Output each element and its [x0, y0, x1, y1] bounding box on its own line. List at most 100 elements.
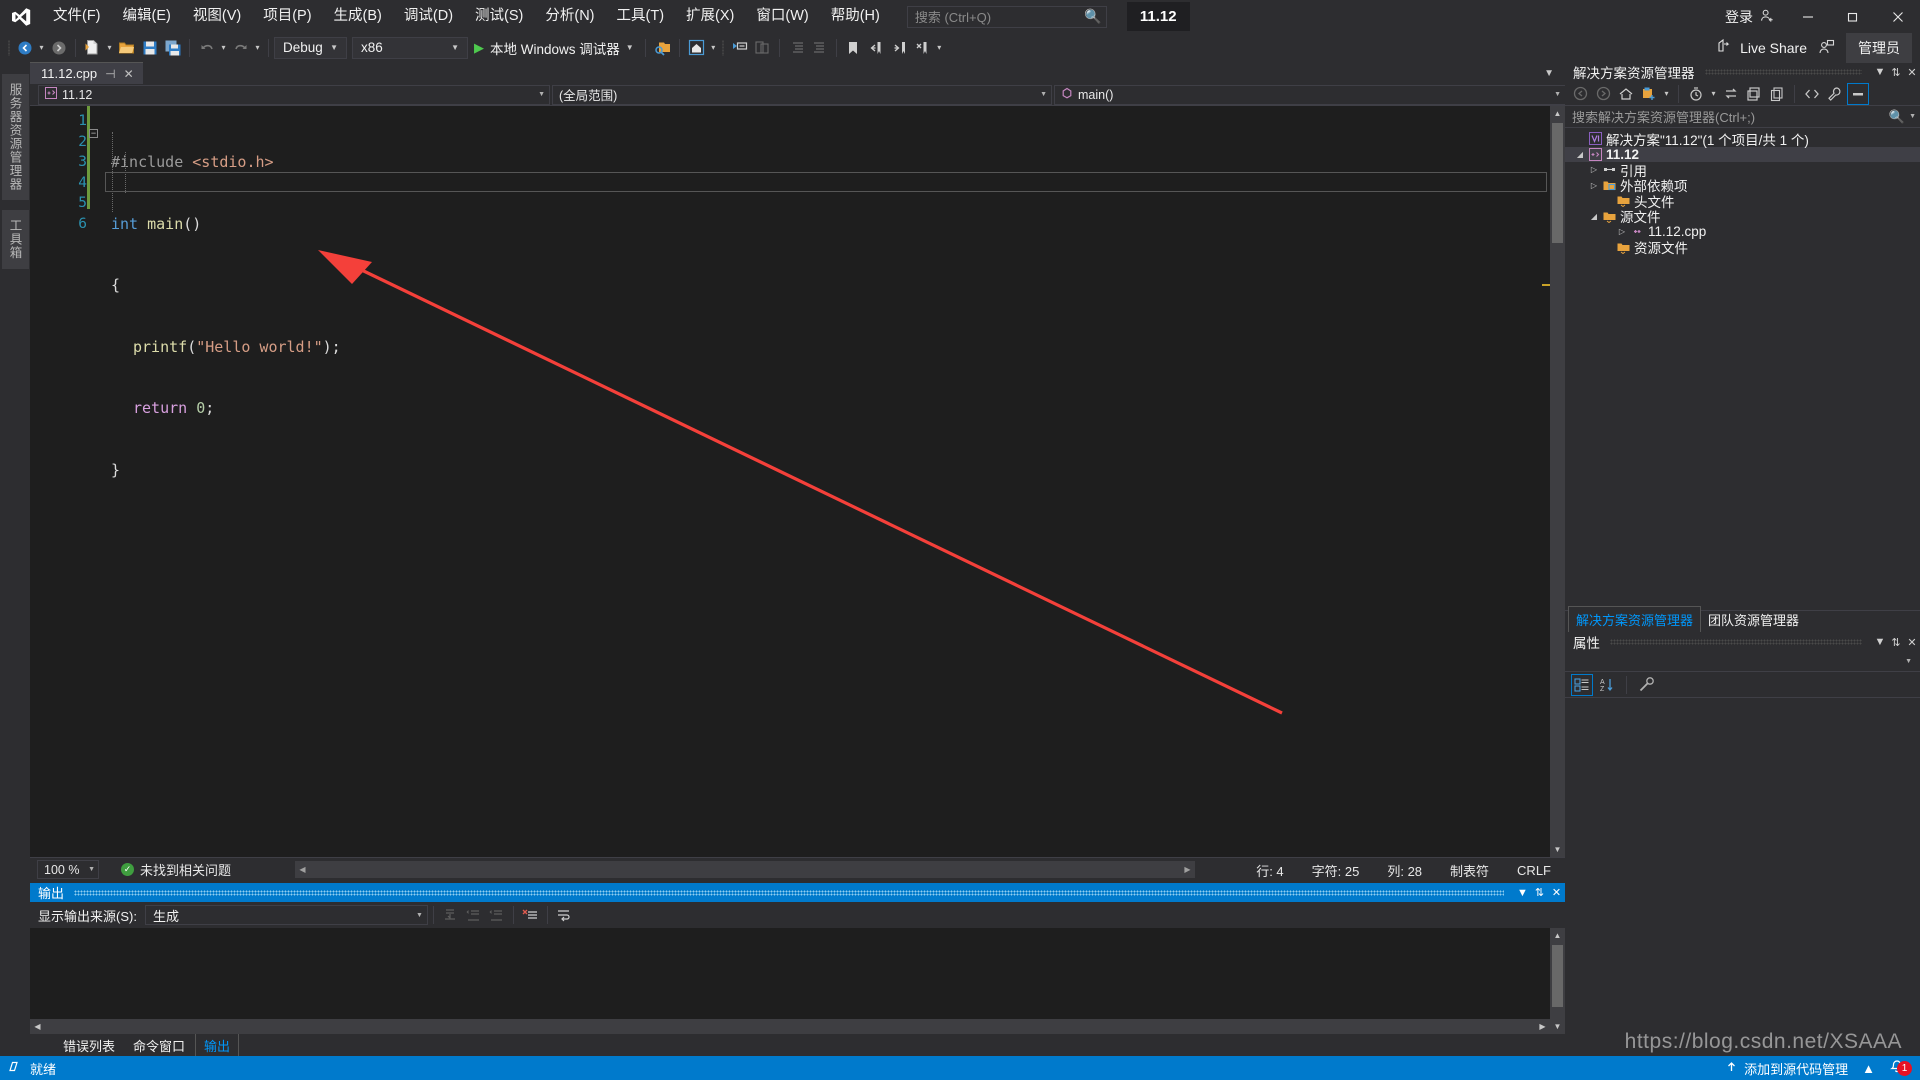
tab-output[interactable]: 输出: [195, 1031, 240, 1059]
outdent-icon[interactable]: [808, 36, 831, 59]
twisty-expanded-icon[interactable]: ◢: [1587, 212, 1601, 221]
property-pages-icon[interactable]: [1635, 674, 1657, 696]
tree-item-source-files[interactable]: ◢ 源文件: [1565, 209, 1920, 225]
uncomment-icon[interactable]: [751, 36, 774, 59]
navigate-forward-icon[interactable]: [47, 36, 70, 59]
chevron-down-icon[interactable]: ▾: [1708, 82, 1719, 105]
twisty-collapsed-icon[interactable]: ▷: [1615, 227, 1629, 236]
chevron-down-icon[interactable]: ▼: [626, 43, 634, 52]
tree-item-cpp-file[interactable]: ▷ 11.12.cpp: [1565, 224, 1920, 240]
scrollbar-thumb[interactable]: [1552, 123, 1563, 243]
pin-icon[interactable]: ⇅: [1888, 636, 1904, 649]
tab-team-explorer[interactable]: 团队资源管理器: [1701, 607, 1806, 632]
chevron-down-icon[interactable]: ▼: [1539, 68, 1559, 79]
minimize-icon[interactable]: [1785, 0, 1830, 33]
save-icon[interactable]: [138, 36, 161, 59]
close-icon[interactable]: [1875, 0, 1920, 33]
next-message-icon[interactable]: [485, 904, 508, 927]
menu-item-edit[interactable]: 编辑(E): [112, 4, 182, 30]
start-debugging-button[interactable]: ▶ 本地 Windows 调试器 ▼: [468, 36, 640, 59]
navigate-back-dropdown[interactable]: ▾: [36, 36, 47, 59]
pin-icon[interactable]: ⇅: [1888, 66, 1904, 79]
properties-object-combo[interactable]: ▼: [1565, 652, 1920, 672]
indent-icon[interactable]: [785, 36, 808, 59]
menu-item-test[interactable]: 测试(S): [464, 4, 534, 30]
tree-item-resource-files[interactable]: 资源文件: [1565, 240, 1920, 256]
scrollbar-thumb[interactable]: [1552, 945, 1563, 1007]
editor-horizontal-scrollbar[interactable]: ◀ ▶: [295, 861, 1195, 878]
scroll-left-icon[interactable]: ◀: [30, 1019, 45, 1034]
properties-icon[interactable]: [1824, 83, 1846, 105]
go-to-message-icon[interactable]: [439, 904, 462, 927]
output-vertical-scrollbar[interactable]: ▲ ▼: [1550, 928, 1565, 1034]
close-icon[interactable]: ✕: [1548, 886, 1565, 899]
navbar-project-combo[interactable]: 11.12 ▼: [38, 84, 550, 105]
toolbar-grip[interactable]: [719, 39, 728, 57]
navbar-member-combo[interactable]: main() ▼: [1054, 84, 1565, 105]
forward-icon[interactable]: [1592, 83, 1614, 105]
sidebar-item-toolbox[interactable]: 工具箱: [1, 210, 29, 269]
chevron-down-icon[interactable]: ▾: [1661, 82, 1672, 105]
solution-platform-combo[interactable]: x86 ▼: [352, 36, 468, 59]
sign-in-button[interactable]: 登录: [1715, 7, 1785, 27]
previous-bookmark-icon[interactable]: [865, 36, 888, 59]
tab-solution-explorer[interactable]: 解决方案资源管理器: [1568, 606, 1702, 632]
collapse-all-icon[interactable]: [1743, 83, 1765, 105]
quick-launch-search[interactable]: 搜索 (Ctrl+Q) 🔍: [906, 5, 1107, 28]
categorized-icon[interactable]: [1571, 673, 1593, 696]
menu-item-tools[interactable]: 工具(T): [606, 4, 676, 30]
output-horizontal-scrollbar[interactable]: ◀ ▶: [30, 1019, 1550, 1034]
preview-selected-icon[interactable]: [1847, 82, 1869, 105]
collapse-region-icon[interactable]: −: [89, 129, 98, 138]
menu-item-help[interactable]: 帮助(H): [820, 4, 891, 30]
undo-icon[interactable]: [195, 36, 218, 59]
menu-item-extensions[interactable]: 扩展(X): [675, 4, 745, 30]
new-file-dropdown[interactable]: ▾: [104, 36, 115, 59]
scroll-right-icon[interactable]: ▶: [1535, 1019, 1550, 1034]
glyph-margin[interactable]: [30, 106, 53, 857]
scroll-up-icon[interactable]: ▲: [1550, 928, 1565, 943]
menu-item-analyze[interactable]: 分析(N): [534, 4, 605, 30]
redo-dropdown[interactable]: ▾: [252, 36, 263, 59]
tree-item-external-dependencies[interactable]: ▷ 外部依赖项: [1565, 178, 1920, 194]
drag-handle[interactable]: [1610, 639, 1862, 645]
navigate-back-icon[interactable]: [13, 36, 36, 59]
solution-tree[interactable]: 解决方案"11.12"(1 个项目/共 1 个) ◢ 11.12 ▷ 引用 ▷ …: [1565, 128, 1920, 256]
menu-item-view[interactable]: 视图(V): [182, 4, 252, 30]
notifications-button[interactable]: 1: [1889, 1059, 1912, 1078]
alphabetical-icon[interactable]: AZ: [1596, 674, 1618, 696]
chevron-down-icon[interactable]: ▼: [1514, 887, 1531, 899]
close-icon[interactable]: ✕: [124, 67, 134, 81]
zoom-level-combo[interactable]: 100 % ▼: [37, 860, 99, 879]
refresh-icon[interactable]: [1766, 83, 1788, 105]
solution-explorer-search[interactable]: 搜索解决方案资源管理器(Ctrl+;) 🔍 ▼: [1565, 106, 1920, 128]
menu-item-build[interactable]: 生成(B): [323, 4, 393, 30]
code-text[interactable]: #include <stdio.h> int main() { printf("…: [103, 106, 1565, 857]
pending-changes-icon[interactable]: [1685, 83, 1707, 105]
output-panel-body[interactable]: ▲ ▼ ◀ ▶: [30, 928, 1565, 1034]
navbar-scope-combo[interactable]: (全局范围) ▼: [552, 84, 1052, 105]
feedback-icon[interactable]: [1815, 36, 1838, 59]
previous-message-icon[interactable]: [462, 904, 485, 927]
scroll-down-icon[interactable]: ▼: [1550, 842, 1565, 857]
solution-configuration-combo[interactable]: Debug ▼: [274, 36, 347, 59]
close-icon[interactable]: ✕: [1904, 636, 1920, 649]
pin-icon[interactable]: ⊣: [105, 67, 115, 81]
toolbar-overflow-icon[interactable]: ▾: [934, 36, 945, 59]
toggle-word-wrap-icon[interactable]: [553, 904, 576, 927]
scroll-up-icon[interactable]: ▲: [1550, 106, 1565, 121]
home-dropdown[interactable]: ▾: [708, 36, 719, 59]
scroll-right-icon[interactable]: ▶: [1180, 861, 1195, 878]
live-share-button[interactable]: Live Share: [1709, 38, 1815, 57]
show-all-files-icon[interactable]: [1801, 83, 1823, 105]
editor-vertical-scrollbar[interactable]: ▲ ▼: [1550, 106, 1565, 857]
save-all-icon[interactable]: [161, 36, 184, 59]
drag-handle[interactable]: [1704, 69, 1862, 75]
next-bookmark-icon[interactable]: [888, 36, 911, 59]
pin-icon[interactable]: ⇅: [1531, 886, 1548, 899]
home-icon[interactable]: [1615, 83, 1637, 105]
issues-indicator[interactable]: ✓ 未找到相关问题: [121, 860, 231, 879]
tab-error-list[interactable]: 错误列表: [55, 1033, 123, 1058]
attach-process-icon[interactable]: [651, 36, 674, 59]
tab-command-window[interactable]: 命令窗口: [125, 1033, 193, 1058]
